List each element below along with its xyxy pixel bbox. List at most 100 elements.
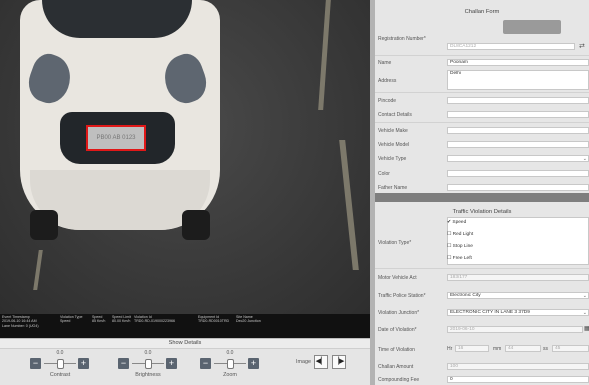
hour-input[interactable]: 16 xyxy=(455,345,489,352)
overlay-col: Event Timestamp 2019-06-10 16:44 AM Lane N… xyxy=(2,315,39,328)
amount-input[interactable]: 100 xyxy=(447,363,589,370)
detected-plate-box: PB00 AB 0123 xyxy=(86,125,146,151)
road-image: PB00 AB 0123 xyxy=(0,0,370,314)
overlay-val: Speed xyxy=(60,319,71,324)
act-input[interactable]: 183/177 xyxy=(447,274,589,281)
name-input[interactable]: Poonam xyxy=(447,59,589,66)
name-label: Name xyxy=(378,60,392,66)
minute-input[interactable]: 44 xyxy=(505,345,541,352)
vehicle-type-label: Vehicle Type xyxy=(378,156,407,162)
overlay-val2: Lane Number: 0 (UO4) xyxy=(2,323,39,328)
checkbox-checked-icon: ✔ xyxy=(447,220,452,225)
pincode-input[interactable] xyxy=(447,97,589,104)
contrast-decrease-button[interactable]: − xyxy=(30,358,41,369)
vehicle-make-label: Vehicle Make xyxy=(378,128,408,134)
junction-value: ELECTRONIC CITY IN LANE 3 37D9 xyxy=(450,310,530,315)
challan-form-title: Challan Form xyxy=(464,9,500,15)
overlay-val: 85 Km/h xyxy=(92,319,106,324)
police-station-label: Traffic Police Station* xyxy=(378,293,426,299)
pincode-label: Pincode xyxy=(378,98,397,104)
lane-marking xyxy=(33,250,43,290)
chevron-down-icon: ⌄ xyxy=(582,156,587,162)
brightness-increase-button[interactable]: + xyxy=(166,358,177,369)
hour-label: Hr xyxy=(447,346,453,352)
zoom-knob[interactable] xyxy=(227,359,234,369)
zoom-decrease-button[interactable]: − xyxy=(200,358,211,369)
contrast-value: 0.0 xyxy=(56,350,64,356)
overlay-val: 80.00 Km/h xyxy=(112,319,131,324)
address-input[interactable]: Delhi xyxy=(447,70,589,90)
contrast-label: Contrast xyxy=(49,372,71,378)
junction-select[interactable]: ELECTRONIC CITY IN LANE 3 37D9 ⌄ xyxy=(447,309,589,316)
contrast-increase-button[interactable]: + xyxy=(78,358,89,369)
option-label: Red Light xyxy=(452,232,474,237)
vehicle-make-input[interactable] xyxy=(447,127,589,134)
violation-option-stop-line[interactable]: ☐ Stop Line xyxy=(447,244,473,249)
option-label: Free Left xyxy=(452,256,472,261)
checkbox-icon: ☐ xyxy=(447,244,452,249)
zoom-increase-button[interactable]: + xyxy=(248,358,259,369)
fee-label: Compounding Fee xyxy=(378,377,420,383)
police-station-select[interactable]: Electronic City ⌄ xyxy=(447,292,589,299)
brightness-decrease-button[interactable]: − xyxy=(118,358,129,369)
overlay-val: TRD0-RD-019000223966 xyxy=(134,319,175,324)
second-label: ss xyxy=(543,346,548,352)
option-label: Stop Line xyxy=(452,244,473,249)
checkbox-icon: ☐ xyxy=(447,232,452,237)
zoom-label: Zoom xyxy=(223,372,237,378)
violation-option-free-left[interactable]: ☐ Free Left xyxy=(447,256,472,261)
challan-form-panel: Challan Form Registration Number* DL8CA1… xyxy=(375,0,589,385)
amount-label: Challan Amount xyxy=(378,364,414,370)
father-name-label: Father Name xyxy=(378,185,408,191)
date-input[interactable]: 2019-06-10 xyxy=(447,326,583,333)
vehicle-model-label: Vehicle Model xyxy=(378,142,410,148)
second-input[interactable]: 45 xyxy=(552,345,589,352)
option-label: Speed xyxy=(452,220,467,225)
overlay-col: Speed Limit 80.00 Km/h xyxy=(112,315,131,324)
section-separator xyxy=(375,193,589,202)
lane-marking xyxy=(318,0,331,110)
overlay-col: Violation Id TRD0-RD-019000223966 xyxy=(134,315,175,324)
brightness-label: Brightness xyxy=(135,372,161,378)
overlay-val: Dec20 Junction xyxy=(236,319,261,324)
violation-type-label: Violation Type* xyxy=(378,240,412,246)
overlay-col: Violation Type Speed xyxy=(60,315,82,324)
refresh-icon[interactable]: ⇄ xyxy=(579,42,585,50)
color-label: Color xyxy=(378,171,390,177)
contact-input[interactable] xyxy=(447,111,589,118)
overlay-val: TRD0-RD0010TRD xyxy=(198,319,230,324)
junction-label: Violation Junction* xyxy=(378,310,420,316)
date-label: Date of Violation* xyxy=(378,327,417,333)
brightness-value: 0.0 xyxy=(144,350,152,356)
overlay-col: Equipment Id TRD0-RD0010TRD xyxy=(198,315,229,324)
violation-option-speed[interactable]: ✔ Speed xyxy=(447,220,466,225)
calendar-icon[interactable]: ▦ xyxy=(584,325,589,332)
show-details-toggle[interactable]: Show Details xyxy=(0,339,370,349)
vehicle-type-select[interactable]: ⌄ xyxy=(447,155,589,162)
contrast-knob[interactable] xyxy=(57,359,64,369)
zoom-value: 0.0 xyxy=(226,350,234,356)
brightness-slider: − 0.0 + Brightness xyxy=(118,350,178,384)
plate-text: PB00 AB 0123 xyxy=(96,135,136,141)
step-back-icon[interactable]: ◀▏ xyxy=(314,355,328,369)
contrast-slider: − 0.0 + Contrast xyxy=(30,350,90,384)
father-name-input[interactable] xyxy=(447,184,589,191)
vehicle-model-input[interactable] xyxy=(447,141,589,148)
chevron-down-icon: ⌄ xyxy=(582,293,587,299)
brightness-knob[interactable] xyxy=(145,359,152,369)
overlay-col: Speed 85 Km/h xyxy=(92,315,105,324)
zoom-slider: − 0.0 + Zoom xyxy=(200,350,260,384)
fee-input[interactable]: 0 xyxy=(447,376,589,383)
address-label: Address xyxy=(378,78,397,84)
image-controls: Show Details − 0.0 + Contrast − 0.0 + Br… xyxy=(0,338,370,385)
contact-label: Contact Details xyxy=(378,112,412,118)
registration-input[interactable]: DL8CA1212 xyxy=(447,43,575,50)
step-forward-icon[interactable]: ▕▶ xyxy=(332,355,346,369)
registration-label: Registration Number* xyxy=(378,36,426,42)
camera-view: PB00 AB 0123 Event Timestamp 2019-06-10 1… xyxy=(0,0,370,385)
registration-image-crop xyxy=(503,20,561,34)
color-input[interactable] xyxy=(447,170,589,177)
image-nav-label: Image xyxy=(296,359,311,365)
violation-overlay: Event Timestamp 2019-06-10 16:44 AM Lane N… xyxy=(0,314,370,338)
violation-option-red-light[interactable]: ☐ Red Light xyxy=(447,232,473,237)
